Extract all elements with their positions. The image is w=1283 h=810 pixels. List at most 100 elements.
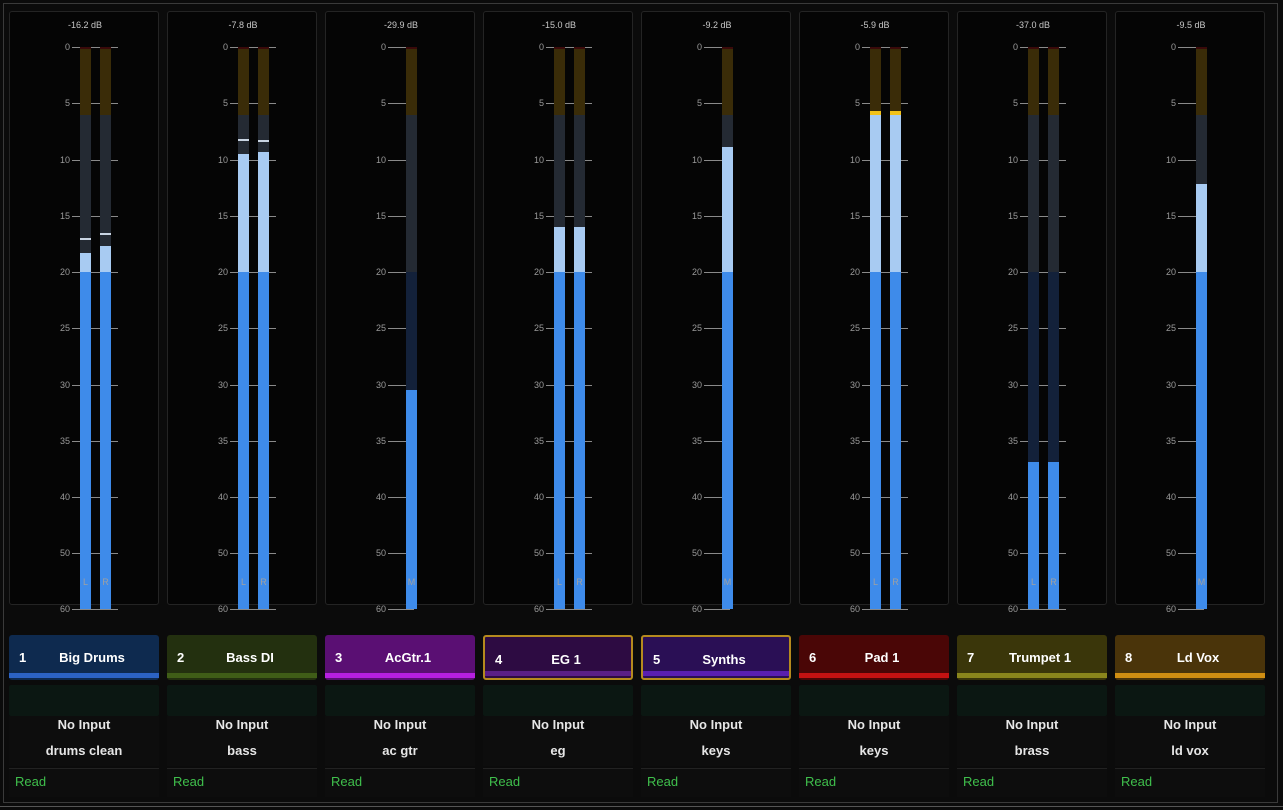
peak-readout[interactable]: -5.9 dB [800,20,950,30]
automation-mode[interactable]: Read [799,768,949,797]
meter-zone [1048,49,1059,115]
track-name-button[interactable]: 6 Pad 1 [799,635,949,680]
peak-readout[interactable]: -7.8 dB [168,20,318,30]
input-selector[interactable]: No Input [167,717,317,732]
output-selector[interactable]: drums clean [9,743,159,758]
track-name-button[interactable]: 1 Big Drums [9,635,159,680]
scale-label: 30 [1165,379,1176,390]
meter-zone [406,114,417,272]
automation-mode[interactable]: Read [641,768,791,797]
automation-mode[interactable]: Read [483,768,633,797]
channel-side-label: M [1197,577,1206,587]
meter-zone [1196,49,1207,115]
send-slot[interactable] [799,685,949,716]
scale-tick [862,328,908,330]
send-slot[interactable] [483,685,633,716]
track-name-button[interactable]: 4 EG 1 [483,635,633,680]
peak-readout[interactable]: -9.2 dB [642,20,792,30]
track-name: Big Drums [59,650,125,665]
track-number: 7 [967,650,975,665]
input-selector[interactable]: No Input [325,717,475,732]
io-section: No Input brass [957,716,1107,766]
send-slot[interactable] [641,685,791,716]
scale-label: 50 [375,548,386,558]
scale-tick [546,328,592,330]
scale-label: 40 [533,492,544,502]
scale-tick [1020,328,1066,330]
scale-tick [862,159,908,161]
meter-panel: -15.0 dB 0 5 10 15 20 25 30 35 40 50 60 L R [483,11,634,614]
meter-fill-upper [80,252,91,272]
output-selector[interactable]: ac gtr [325,743,475,758]
track-color-stripe [957,673,1107,678]
io-section: No Input ac gtr [325,716,475,766]
scale-label: 15 [59,210,70,221]
meter-panel: -9.2 dB 0 5 10 15 20 25 30 35 40 50 60 M [641,11,792,614]
track-name-button[interactable]: 7 Trumpet 1 [957,635,1107,680]
channel-strip: -5.9 dB 0 5 10 15 20 25 30 35 40 50 60 L R 6 Pad 1 No In… [799,11,949,797]
scale-tick [1020,497,1066,498]
channel-side-label: L [556,577,562,587]
channel-strip: -16.2 dB 0 5 10 15 20 25 30 35 40 50 60 L R 1 Big Drums… [9,11,159,797]
scale-label: 60 [691,604,702,614]
send-slot[interactable] [957,685,1107,716]
input-selector[interactable]: No Input [641,717,791,732]
input-selector[interactable]: No Input [9,717,159,732]
output-selector[interactable]: eg [483,743,633,758]
track-name: Pad 1 [864,650,900,665]
scale-tick [72,159,118,161]
output-selector[interactable]: brass [957,743,1107,758]
peak-readout[interactable]: -29.9 dB [326,20,476,30]
scale-label: 60 [533,604,544,614]
track-name-button[interactable]: 2 Bass DI [167,635,317,680]
peak-readout[interactable]: -37.0 dB [958,20,1108,30]
scale-tick [230,159,276,161]
input-selector[interactable]: No Input [1115,717,1265,732]
automation-mode[interactable]: Read [325,768,475,797]
scale-label: 25 [375,323,386,334]
automation-mode[interactable]: Read [9,768,159,797]
send-slot[interactable] [167,685,317,716]
send-slot[interactable] [9,685,159,716]
meter-zone [258,49,269,115]
track-name-button[interactable]: 5 Synths [641,635,791,680]
scale-label: 25 [691,323,702,334]
track-name: Bass DI [226,650,274,665]
scale-label: 25 [1165,323,1176,334]
input-selector[interactable]: No Input [483,717,633,732]
channel-side-label: M [723,577,732,587]
scale-label: 35 [1165,435,1176,446]
automation-mode[interactable]: Read [167,768,317,797]
track-name-button[interactable]: 3 AcGtr.1 [325,635,475,680]
scale-label: 35 [59,435,70,446]
io-section: No Input bass [167,716,317,766]
track-number: 8 [1125,650,1133,665]
automation-mode[interactable]: Read [1115,768,1265,797]
peak-readout[interactable]: -15.0 dB [484,20,634,30]
track-number: 3 [335,650,343,665]
track-name-button[interactable]: 8 Ld Vox [1115,635,1265,680]
output-selector[interactable]: bass [167,743,317,758]
level-meter-bar [258,47,269,611]
output-selector[interactable]: keys [799,743,949,758]
meter-panel: -9.5 dB 0 5 10 15 20 25 30 35 40 50 60 M [1115,11,1266,614]
input-selector[interactable]: No Input [957,717,1107,732]
send-slot[interactable] [325,685,475,716]
scale-label: 20 [375,267,386,277]
scale-tick [546,609,592,610]
meter-zone [1048,114,1059,272]
scale-label: 0 [1012,42,1018,52]
output-selector[interactable]: keys [641,743,791,758]
scale-label: 35 [375,435,386,446]
input-selector[interactable]: No Input [799,717,949,732]
peak-readout[interactable]: -16.2 dB [10,20,160,30]
scale-label: 60 [59,604,70,614]
output-selector[interactable]: ld vox [1115,743,1265,758]
scale-label: 50 [217,548,228,558]
automation-mode[interactable]: Read [957,768,1107,797]
peak-readout[interactable]: -9.5 dB [1116,20,1266,30]
scale-label: 0 [854,42,860,52]
scale-label: 40 [59,492,70,502]
send-slot[interactable] [1115,685,1265,716]
peak-hold-marker [80,238,91,241]
